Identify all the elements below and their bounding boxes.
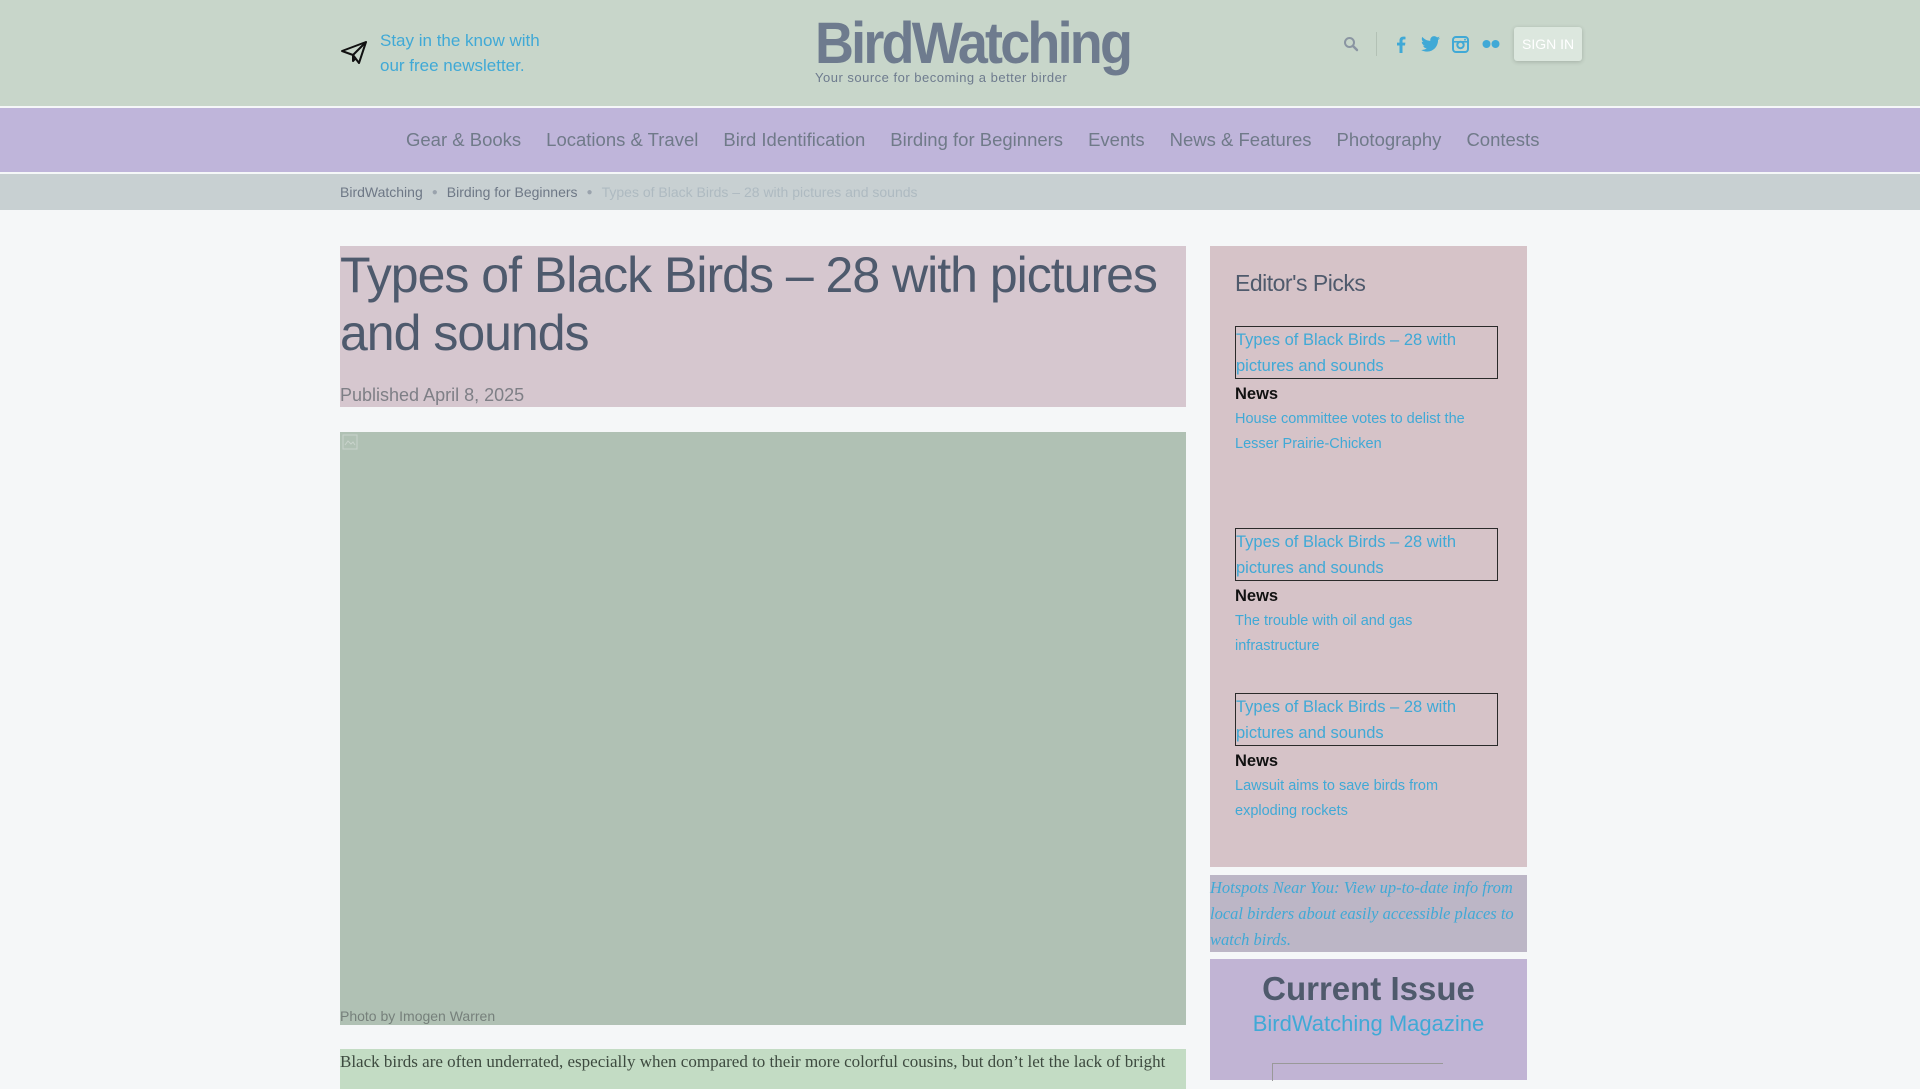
facebook-icon[interactable] <box>1391 35 1410 54</box>
pick-category: News <box>1235 385 1279 403</box>
pick-category: News <box>1235 752 1279 770</box>
pick-item: Types of Black Birds – 28 with pictures … <box>1235 528 1498 659</box>
magazine-cover-image[interactable] <box>1272 1063 1443 1081</box>
pick-headline[interactable]: The trouble with oil and gas infrastruct… <box>1235 609 1498 659</box>
flickr-icon[interactable] <box>1481 35 1500 54</box>
hotspots-banner[interactable]: Hotspots Near You: View up-to-date info … <box>1210 875 1527 952</box>
article-body: Black birds are often underrated, especi… <box>340 1049 1186 1089</box>
pick-headline[interactable]: House committee votes to delist the Less… <box>1235 407 1498 457</box>
nav-menu: Gear & Books Locations & Travel Bird Ide… <box>406 108 1539 172</box>
photo-caption: Photo by Imogen Warren <box>340 1008 496 1024</box>
nav-item-birding-for-beginners[interactable]: Birding for Beginners <box>890 129 1063 151</box>
breadcrumb-category[interactable]: Birding for Beginners <box>447 184 578 200</box>
breadcrumb-separator-icon: ● <box>586 186 593 198</box>
logo-wordmark[interactable]: BirdWatching <box>815 14 1133 74</box>
newsletter-line-2[interactable]: our free newsletter. <box>380 53 540 78</box>
main-navigation: Gear & Books Locations & Travel Bird Ide… <box>0 108 1920 172</box>
breadcrumb: BirdWatching ● Birding for Beginners ● T… <box>340 174 918 210</box>
nav-item-bird-identification[interactable]: Bird Identification <box>723 129 865 151</box>
article-header: Types of Black Birds – 28 with pictures … <box>340 246 1186 407</box>
instagram-icon[interactable] <box>1451 35 1470 54</box>
article-intro: Black birds are often underrated, especi… <box>340 1052 1166 1071</box>
nav-item-gear-books[interactable]: Gear & Books <box>406 129 521 151</box>
pick-thumbnail[interactable]: Types of Black Birds – 28 with pictures … <box>1235 528 1498 581</box>
pick-headline[interactable]: Lawsuit aims to save birds from explodin… <box>1235 774 1498 824</box>
nav-item-locations-travel[interactable]: Locations & Travel <box>546 129 698 151</box>
nav-item-news-features[interactable]: News & Features <box>1170 129 1312 151</box>
twitter-icon[interactable] <box>1421 35 1440 54</box>
nav-item-contests[interactable]: Contests <box>1466 129 1539 151</box>
newsletter-line-1[interactable]: Stay in the know with <box>380 28 540 53</box>
editors-picks-title: Editor's Picks <box>1235 270 1366 296</box>
current-issue-title: Current Issue <box>1262 970 1475 1007</box>
current-issue: Current Issue BirdWatching Magazine <box>1210 959 1527 1081</box>
site-logo[interactable]: BirdWatching Your source for becoming a … <box>815 14 1133 86</box>
broken-image-icon <box>342 434 358 450</box>
pick-thumbnail[interactable]: Types of Black Birds – 28 with pictures … <box>1235 326 1498 379</box>
search-icon[interactable] <box>1340 33 1362 55</box>
pick-item: Types of Black Birds – 28 with pictures … <box>1235 693 1498 824</box>
publish-date: Published April 8, 2025 <box>340 385 525 405</box>
breadcrumb-current: Types of Black Birds – 28 with pictures … <box>601 184 918 200</box>
newsletter-promo[interactable]: Stay in the know with our free newslette… <box>340 28 540 78</box>
pick-thumbnail[interactable]: Types of Black Birds – 28 with pictures … <box>1235 693 1498 746</box>
breadcrumb-separator-icon: ● <box>431 186 438 198</box>
pick-item: Types of Black Birds – 28 with pictures … <box>1235 326 1498 457</box>
magazine-link[interactable]: BirdWatching Magazine <box>1210 1009 1527 1039</box>
header-divider <box>1376 32 1377 56</box>
editors-picks: Editor's Picks Types of Black Birds – 28… <box>1210 246 1527 867</box>
paper-plane-icon <box>340 38 368 66</box>
social-links <box>1391 35 1500 54</box>
newsletter-text[interactable]: Stay in the know with our free newslette… <box>380 28 540 78</box>
hero-image: Photo by Imogen Warren <box>340 432 1186 1025</box>
hotspots-alt-text[interactable]: Hotspots Near You: View up-to-date info … <box>1210 875 1527 953</box>
header-actions: SIGN IN <box>1340 26 1583 62</box>
nav-item-photography[interactable]: Photography <box>1337 129 1442 151</box>
breadcrumb-bar: BirdWatching ● Birding for Beginners ● T… <box>0 174 1920 210</box>
site-header: Stay in the know with our free newslette… <box>0 0 1920 106</box>
breadcrumb-home[interactable]: BirdWatching <box>340 184 423 200</box>
article-title: Types of Black Birds – 28 with pictures … <box>340 247 1158 361</box>
pick-category: News <box>1235 587 1279 605</box>
sign-in-button[interactable]: SIGN IN <box>1514 27 1583 61</box>
nav-item-events[interactable]: Events <box>1088 129 1145 151</box>
